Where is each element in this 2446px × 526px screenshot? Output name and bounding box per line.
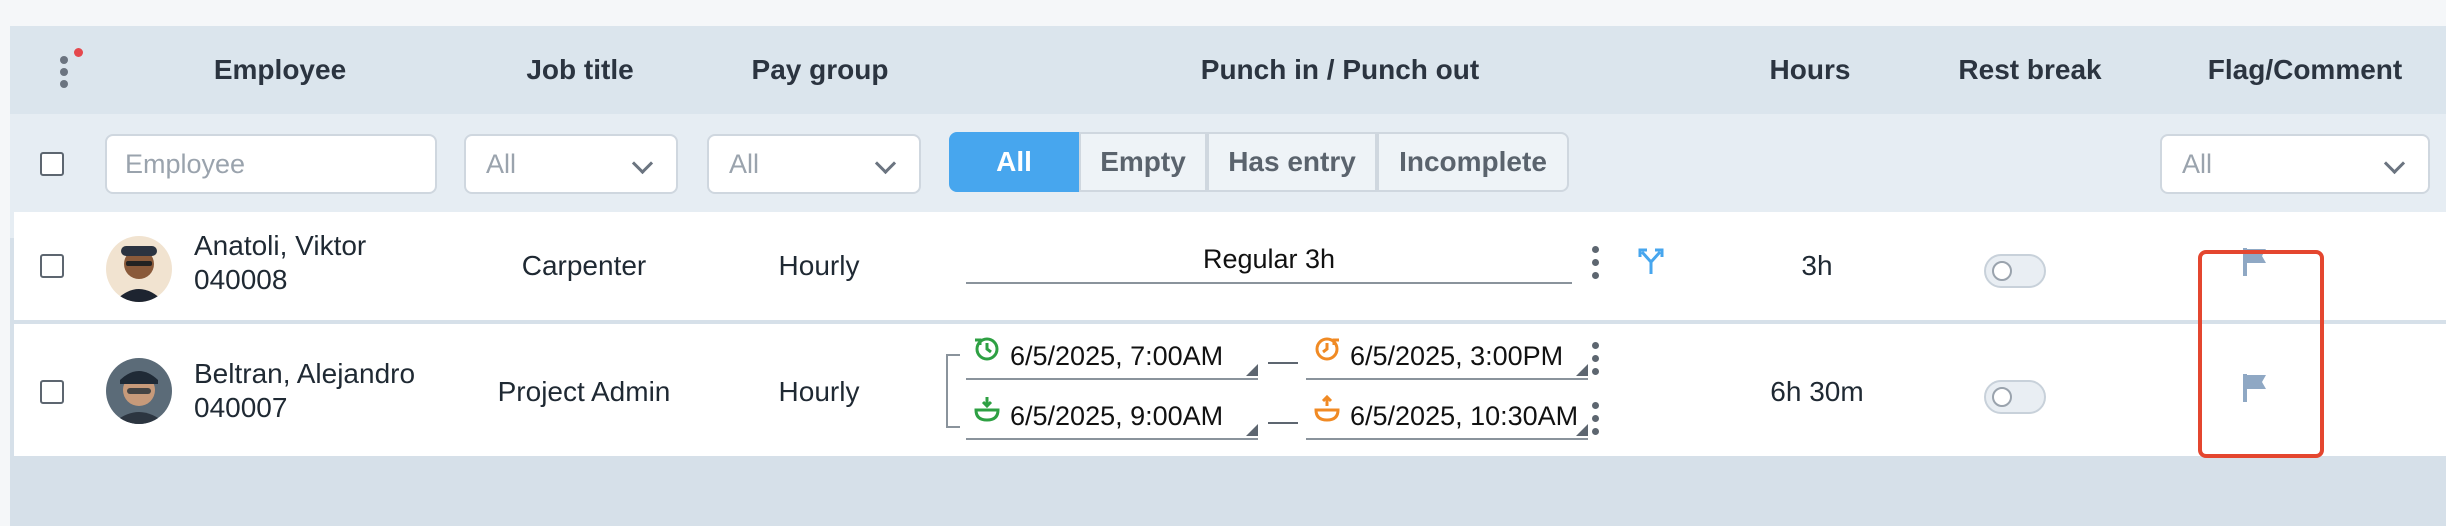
punch-filter-incomplete[interactable]: Incomplete — [1377, 132, 1569, 192]
table-row[interactable]: Beltran, Alejandro 040007 Project Admin … — [14, 324, 2446, 456]
punch-filter-all[interactable]: All — [949, 132, 1079, 192]
pay-group: Hourly — [778, 376, 860, 407]
header-row: Employee Job title Pay group Punch in / … — [10, 26, 2446, 114]
flag-filter-value: All — [2182, 149, 2213, 179]
row-checkbox[interactable] — [40, 380, 64, 404]
split-icon[interactable] — [1636, 246, 1666, 276]
header-flag-comment[interactable]: Flag/Comment — [2180, 26, 2430, 114]
timesheet-grid: Employee Job title Pay group Punch in / … — [10, 26, 2446, 526]
employee-id: 040008 — [194, 264, 288, 295]
punch-in-field[interactable]: 6/5/2025, 7:00AM — [966, 336, 1258, 380]
job-title: Carpenter — [521, 250, 647, 281]
punch-bracket — [946, 354, 960, 428]
header-pay-group[interactable]: Pay group — [710, 26, 930, 114]
employee-name: Anatoli, Viktor — [194, 230, 367, 261]
pay-group: Hourly — [778, 250, 860, 281]
avatar — [106, 358, 172, 424]
chevron-down-icon — [874, 152, 897, 175]
row-checkbox[interactable] — [40, 254, 64, 278]
punch-out-field[interactable]: 6/5/2025, 3:00PM — [1306, 336, 1588, 380]
employee-filter-input[interactable]: Employee — [105, 134, 437, 194]
pay-group-filter-select[interactable]: All — [707, 134, 921, 194]
separator-dash — [1268, 362, 1298, 364]
punch-menu-icon[interactable] — [1592, 246, 1600, 282]
header-employee[interactable]: Employee — [170, 26, 390, 114]
break-start-value: 6/5/2025, 9:00AM — [1010, 401, 1224, 431]
rest-break-toggle[interactable] — [1984, 380, 2046, 414]
break-start-field[interactable]: 6/5/2025, 9:00AM — [966, 396, 1258, 440]
avatar — [106, 236, 172, 302]
break-end-field[interactable]: 6/5/2025, 10:30AM — [1306, 396, 1588, 440]
header-hours[interactable]: Hours — [1730, 26, 1890, 114]
header-rest-break[interactable]: Rest break — [1930, 26, 2130, 114]
punch-filter-empty[interactable]: Empty — [1079, 132, 1207, 192]
punch-summary[interactable]: Regular 3h — [966, 238, 1572, 284]
punch-out-value: 6/5/2025, 3:00PM — [1350, 341, 1564, 371]
job-title-filter-value: All — [486, 149, 517, 179]
header-job-title[interactable]: Job title — [470, 26, 690, 114]
pay-group-filter-value: All — [729, 149, 760, 179]
header-punch[interactable]: Punch in / Punch out — [1140, 26, 1540, 114]
table-row[interactable]: Anatoli, Viktor 040008 Carpenter Hourly … — [14, 212, 2446, 320]
flag-column-highlight — [2198, 250, 2324, 458]
punch-menu-icon[interactable] — [1592, 342, 1600, 378]
hours-value: 6h 30m — [1770, 376, 1864, 407]
notification-dot — [74, 48, 83, 57]
rest-break-toggle[interactable] — [1984, 254, 2046, 288]
job-title-filter-select[interactable]: All — [464, 134, 678, 194]
column-menu-icon[interactable] — [48, 48, 88, 94]
punch-filter-has-entry[interactable]: Has entry — [1207, 132, 1377, 192]
select-all-checkbox[interactable] — [40, 152, 64, 176]
chevron-down-icon — [631, 152, 654, 175]
employee-id: 040007 — [194, 392, 288, 423]
punch-in-value: 6/5/2025, 7:00AM — [1010, 341, 1224, 371]
hours-value: 3h — [1801, 250, 1833, 281]
job-title: Project Admin — [497, 376, 671, 407]
employee-name: Beltran, Alejandro — [194, 358, 416, 389]
break-end-value: 6/5/2025, 10:30AM — [1350, 401, 1579, 431]
break-menu-icon[interactable] — [1592, 402, 1600, 438]
flag-filter-select[interactable]: All — [2160, 134, 2430, 194]
separator-dash — [1268, 422, 1298, 424]
chevron-down-icon — [2383, 152, 2406, 175]
